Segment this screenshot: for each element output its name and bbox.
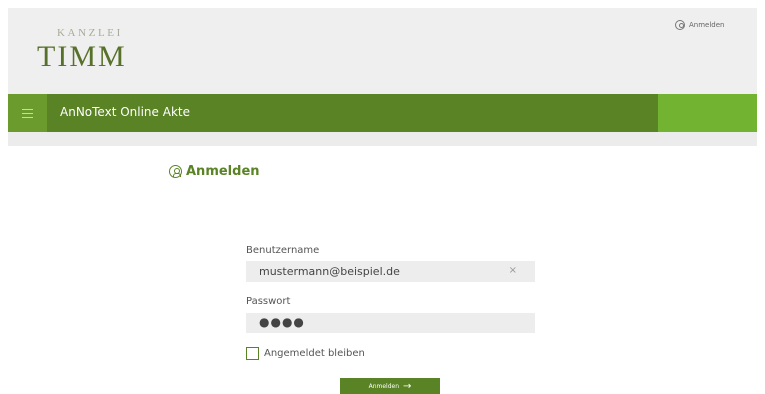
arrow-right-icon: → (403, 380, 412, 392)
clear-icon[interactable]: × (509, 265, 517, 276)
login-button-label: Anmelden (368, 382, 400, 390)
navbar-accent (658, 94, 757, 132)
sub-header-band (8, 132, 757, 146)
remember-me-label: Angemeldet bleiben (264, 348, 365, 359)
app-title: AnNoText Online Akte (60, 105, 190, 119)
username-value: mustermann@beispiel.de (259, 265, 400, 278)
password-input[interactable]: ●●●● (246, 313, 535, 333)
username-label: Benutzername (246, 245, 320, 256)
password-label: Passwort (246, 296, 291, 307)
logo-title: TIMM (37, 40, 127, 73)
checkbox-icon[interactable] (246, 347, 259, 360)
login-button[interactable]: Anmelden → (340, 378, 440, 394)
header-login-label: Anmelden (689, 21, 725, 29)
header-login-link[interactable]: Anmelden (675, 20, 724, 30)
username-input[interactable]: mustermann@beispiel.de × (246, 261, 535, 282)
user-circle-icon (169, 165, 182, 178)
remember-me-checkbox[interactable]: Angemeldet bleiben (246, 347, 365, 360)
navbar: AnNoText Online Akte (8, 94, 757, 132)
user-circle-icon (675, 20, 685, 30)
password-value: ●●●● (259, 315, 305, 329)
logo-subtitle: KANZLEI (57, 27, 123, 39)
page-title-label: Anmelden (186, 164, 260, 179)
page-title: Anmelden (169, 164, 260, 179)
hamburger-menu-icon[interactable] (8, 94, 47, 132)
